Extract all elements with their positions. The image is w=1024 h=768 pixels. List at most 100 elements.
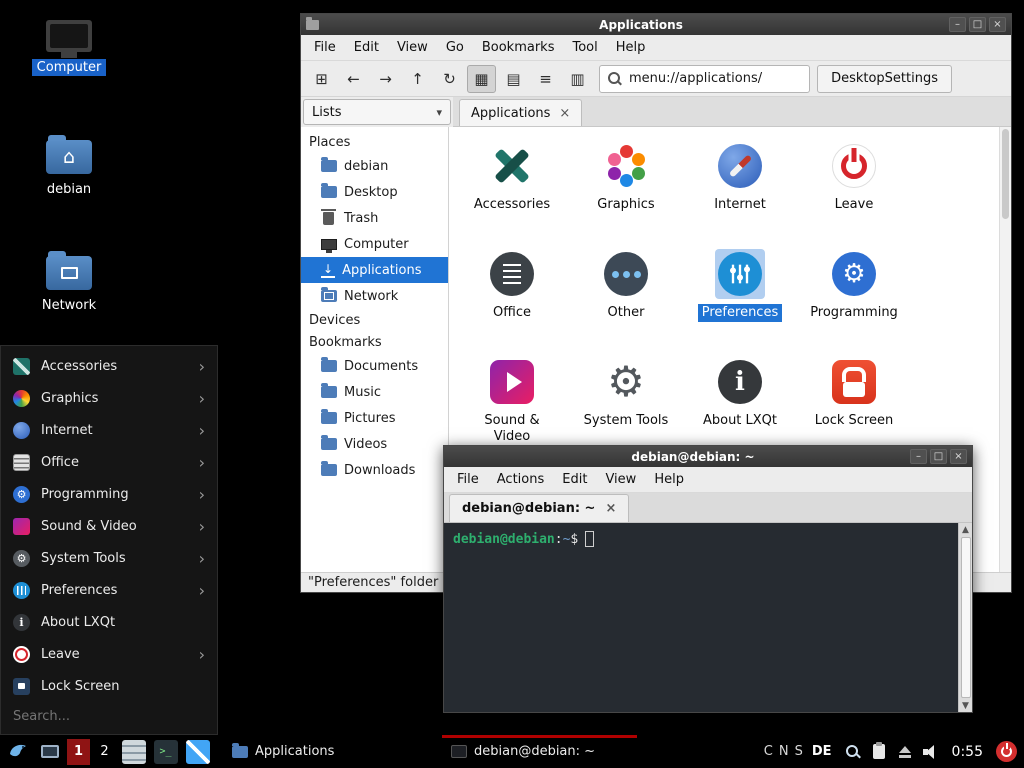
magnifier-tray-icon[interactable] [845,744,861,760]
menu-bookmarks[interactable]: Bookmarks [473,38,564,57]
thumbnail-view-button[interactable] [499,65,528,93]
sidebar-item-debian[interactable]: debian [301,153,448,179]
sidebar-item-videos[interactable]: Videos [301,431,448,457]
show-desktop-button[interactable] [35,737,64,766]
app-item-office[interactable]: Office [455,249,569,357]
scroll-up-icon[interactable]: ▲ [962,523,969,536]
menu-edit[interactable]: Edit [345,38,388,57]
quicklaunch-terminal-button[interactable] [151,737,180,766]
menu-item-graphics[interactable]: Graphics [1,382,217,414]
quicklaunch-editor-button[interactable] [183,737,212,766]
menu-tool[interactable]: Tool [563,38,606,57]
app-item-accessories[interactable]: Accessories [455,141,569,249]
power-button[interactable] [996,741,1017,762]
terminal-menubar: File Actions Edit View Help [444,467,972,493]
menu-item-lock-screen[interactable]: Lock Screen [1,670,217,702]
task-button-applications[interactable]: Applications [223,735,383,768]
scrollbar-thumb[interactable] [1002,129,1009,219]
programming-icon [832,252,876,296]
menu-item-accessories[interactable]: Accessories [1,350,217,382]
sidebar-item-computer[interactable]: Computer [301,231,448,257]
volume-tray-icon[interactable] [923,744,939,760]
new-tab-button[interactable] [307,65,336,93]
sidebar-item-pictures[interactable]: Pictures [301,405,448,431]
menu-file[interactable]: File [305,38,345,57]
sidebar-item-trash[interactable]: Trash [301,205,448,231]
clipboard-tray-icon[interactable] [873,744,885,759]
submenu-arrow-icon [199,549,205,568]
sidebar-mode-dropdown[interactable]: Lists [303,99,451,125]
app-item-internet[interactable]: Internet [683,141,797,249]
terminal-scrollbar[interactable]: ▲ ▼ [958,523,972,712]
menu-view[interactable]: View [596,470,645,489]
sidebar-item-network[interactable]: Network [301,283,448,309]
scrollbar-thumb[interactable] [961,537,971,698]
app-item-programming[interactable]: Programming [797,249,911,357]
menu-actions[interactable]: Actions [488,470,554,489]
menu-help[interactable]: Help [607,38,655,57]
forward-button[interactable] [371,65,400,93]
keyboard-indicator[interactable]: C N S DE [764,744,832,759]
desktop-icon-network[interactable]: Network [14,256,124,314]
menu-item-office[interactable]: Office [1,446,217,478]
menu-item-preferences[interactable]: Preferences [1,574,217,606]
menu-item-programming[interactable]: Programming [1,478,217,510]
app-item-preferences[interactable]: Preferences [683,249,797,357]
menu-go[interactable]: Go [437,38,473,57]
maximize-button[interactable] [969,17,986,32]
desktop-icon-label: Computer [32,59,107,76]
menu-item-internet[interactable]: Internet [1,414,217,446]
menu-edit[interactable]: Edit [553,470,596,489]
desktop-icon-debian[interactable]: debian [14,140,124,198]
about-icon [718,360,762,404]
desktop-settings-button[interactable]: DesktopSettings [817,65,952,93]
removable-media-tray-icon[interactable] [897,744,913,760]
menu-item-sound-video[interactable]: Sound & Video [1,510,217,542]
sidebar-item-desktop[interactable]: Desktop [301,179,448,205]
app-item-leave[interactable]: Leave [797,141,911,249]
menu-item-about-lxqt[interactable]: About LXQt [1,606,217,638]
start-menu-button[interactable] [3,737,32,766]
menu-file[interactable]: File [448,470,488,489]
fm-scrollbar[interactable] [999,127,1011,572]
tab-close-button[interactable] [559,106,570,121]
clock[interactable]: 0:55 [952,744,983,760]
sidebar-item-label: Documents [344,359,418,374]
menu-search-input[interactable] [13,709,205,724]
sidebar-item-documents[interactable]: Documents [301,353,448,379]
compact-view-button[interactable] [531,65,560,93]
sidebar-item-applications[interactable]: Applications [301,257,448,283]
about-icon [13,614,30,631]
reload-button[interactable] [435,65,464,93]
path-bar[interactable]: menu://applications/ [599,65,810,93]
terminal-tab[interactable]: debian@debian: ~ [449,494,629,522]
app-item-other[interactable]: Other [569,249,683,357]
minimize-button[interactable] [910,449,927,464]
tab-applications[interactable]: Applications [459,99,582,126]
minimize-button[interactable] [949,17,966,32]
app-item-graphics[interactable]: Graphics [569,141,683,249]
terminal-content[interactable]: debian@debian:~$ [444,523,958,712]
menu-help[interactable]: Help [645,470,693,489]
fm-titlebar[interactable]: Applications [301,14,1011,35]
quicklaunch-notes-button[interactable] [119,737,148,766]
icon-view-button[interactable] [467,65,496,93]
task-button-terminal[interactable]: debian@debian: ~ [442,735,637,768]
sidebar-item-downloads[interactable]: Downloads [301,457,448,483]
sidebar-item-music[interactable]: Music [301,379,448,405]
menu-view[interactable]: View [388,38,437,57]
close-button[interactable] [989,17,1006,32]
workspace-2-button[interactable]: 2 [93,739,116,765]
detailed-view-button[interactable] [563,65,592,93]
terminal-titlebar[interactable]: debian@debian: ~ [444,446,972,467]
back-button[interactable] [339,65,368,93]
menu-item-system-tools[interactable]: System Tools [1,542,217,574]
scroll-down-icon[interactable]: ▼ [962,699,969,712]
desktop-icon-computer[interactable]: Computer [14,20,124,76]
workspace-1-button[interactable]: 1 [67,739,90,765]
maximize-button[interactable] [930,449,947,464]
menu-item-leave[interactable]: Leave [1,638,217,670]
up-button[interactable] [403,65,432,93]
tab-close-button[interactable] [605,501,616,516]
close-button[interactable] [950,449,967,464]
